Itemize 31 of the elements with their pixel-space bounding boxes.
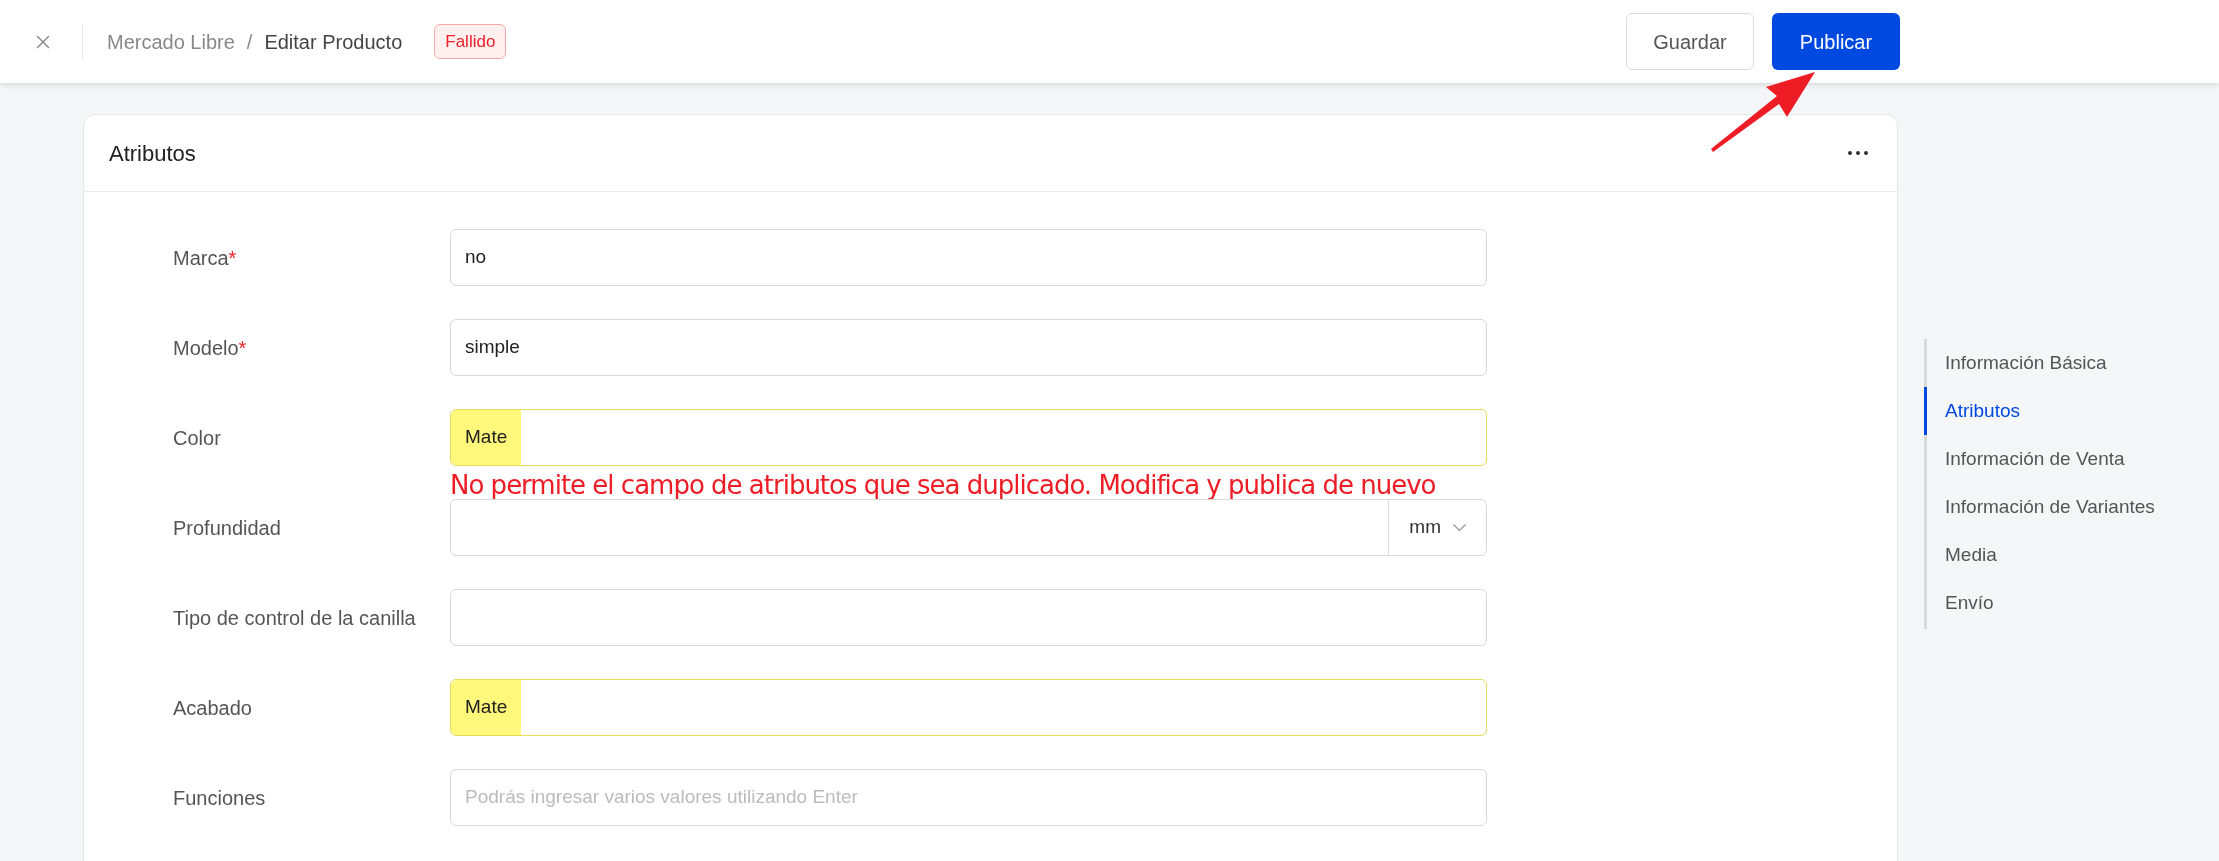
text-input[interactable]: mm [450,499,1487,556]
text-input[interactable]: Mate [450,409,1487,466]
section-nav-item[interactable]: Información Básica [1924,339,2155,387]
text-input[interactable]: simple [450,319,1487,376]
save-button[interactable]: Guardar [1626,13,1754,70]
breadcrumb-item[interactable]: Mercado Libre [107,26,235,57]
status-badge: Fallido [434,23,507,60]
section-nav-item[interactable]: Atributos [1924,387,2155,435]
unit-select[interactable]: mm [1388,500,1486,555]
card-title: Atributos [109,139,196,168]
field-label: Tipo de control de la canilla [173,606,416,629]
field-label: Funciones [173,786,266,809]
breadcrumb-item: Editar Producto [264,29,403,55]
text-input[interactable] [450,589,1487,646]
field-label: Color [173,426,221,449]
text-input[interactable]: Mate [450,679,1487,736]
required-mark: * [228,246,237,269]
publish-button[interactable]: Publicar [1772,13,1900,70]
chevron-down-icon [1453,524,1466,531]
section-nav-item[interactable]: Media [1924,531,2155,579]
section-nav-item[interactable]: Información de Venta [1924,435,2155,483]
section-nav-item[interactable]: Información de Variantes [1924,483,2155,531]
field-label: Marca [173,246,229,269]
breadcrumb-separator: / [246,29,253,55]
error-note: No permite el campo de atributos que sea duplicado. Modifica y publica de nuevo [450,469,1437,502]
text-input[interactable]: no [450,229,1487,286]
section-nav-item[interactable]: Envío [1924,579,2155,627]
field-label: Profundidad [173,516,281,539]
field-label: Acabado [173,696,252,719]
required-mark: * [238,336,247,359]
field-label: Modelo [173,336,239,359]
